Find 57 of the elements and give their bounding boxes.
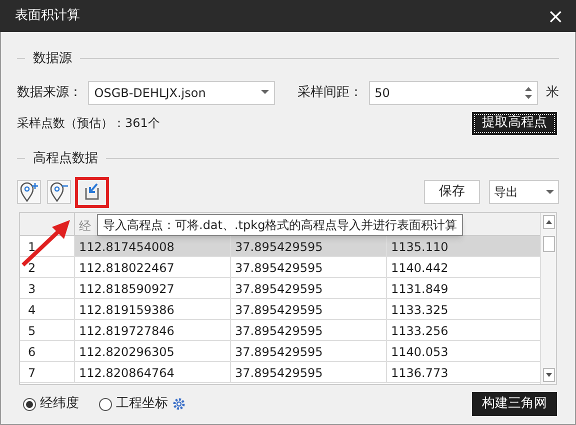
add-point-button[interactable] [17,180,41,204]
window-title: 表面积计算 [15,7,80,26]
interval-spinner[interactable]: 50 [368,80,538,104]
field-label: 采样间距： [297,84,364,102]
remove-point-button[interactable] [47,180,71,204]
table-cell-text: 1131.849 [390,281,450,298]
table-row[interactable]: 4 112.819159386 37.895429595 1133.325 [20,299,540,320]
close-button[interactable]: × [547,6,564,26]
table-cell-text: 1140.053 [390,344,450,361]
table-row[interactable]: 6 112.820296305 37.895429595 1140.053 [20,341,540,362]
estimate-text: 采样点数（预估）：361个 [17,115,160,132]
scroll-down-icon[interactable] [542,368,554,382]
caret-icon [546,190,554,194]
table-cell: 112.819727846 [75,320,231,340]
scrollbar[interactable] [540,213,556,384]
export-dropdown[interactable]: 导出 [489,180,559,204]
section-title: 高程点数据 [33,150,98,168]
column-header: 经 [78,218,91,235]
radio-option[interactable]: 工程坐标 [99,394,168,414]
table-cell: 112.818590927 [75,278,231,298]
scroll-thumb[interactable] [542,236,554,252]
source-dropdown[interactable]: OSGB-DEHLJX.json [88,80,276,104]
table-cell-text: 1140.442 [390,260,450,277]
table-cell: 37.895429595 [231,299,387,319]
pin-minus-icon [48,181,70,203]
radio-option[interactable]: 经纬度 [23,394,79,414]
table-cell-text: 1133.256 [390,323,450,340]
field-label: 数据来源： [17,84,83,102]
table-cell: 112.820864764 [75,362,231,382]
table-cell: 37.895429595 [231,278,387,298]
caret-icon [261,90,270,95]
table-row[interactable]: 1 112.817454008 37.895429595 1135.110 [20,236,540,257]
table-cell-text: 1135.110 [390,239,450,256]
import-button[interactable] [75,176,109,208]
table-row[interactable]: 5 112.819727846 37.895429595 1133.256 [20,320,540,341]
table-row[interactable]: 7 112.820864764 37.895429595 1136.773 [20,362,540,383]
table-cell: 112.818022467 [75,257,231,277]
table-cell: 37.895429595 [231,362,387,382]
table-cell: 112.820296305 [75,341,231,361]
section-title: 数据源 [33,50,72,68]
table-cell: 37.895429595 [231,257,387,277]
settings-icon[interactable] [172,397,186,411]
pin-plus-icon [18,181,40,203]
table-row[interactable]: 2 112.818022467 37.895429595 1140.442 [20,257,540,278]
spin-arrows-icon[interactable] [525,86,532,100]
build-button[interactable]: 构建三角网 [472,392,557,416]
scroll-up-icon[interactable] [542,215,554,229]
table-cell-text: 1133.325 [390,302,450,319]
table-cell: 37.895429595 [231,320,387,340]
unit-label: 米 [546,84,559,102]
extract-button[interactable]: 提取高程点 [472,112,557,134]
tooltip: 导入高程点：可将.dat、.tpkg格式的高程点导入并进行表面积计算 [97,214,464,236]
table-cell: 37.895429595 [231,341,387,361]
table-cell: 112.819159386 [75,299,231,319]
table-row[interactable]: 3 112.818590927 37.895429595 1131.849 [20,278,540,299]
save-button[interactable]: 保存 [424,180,480,204]
table-cell-text: 1136.773 [390,365,450,382]
